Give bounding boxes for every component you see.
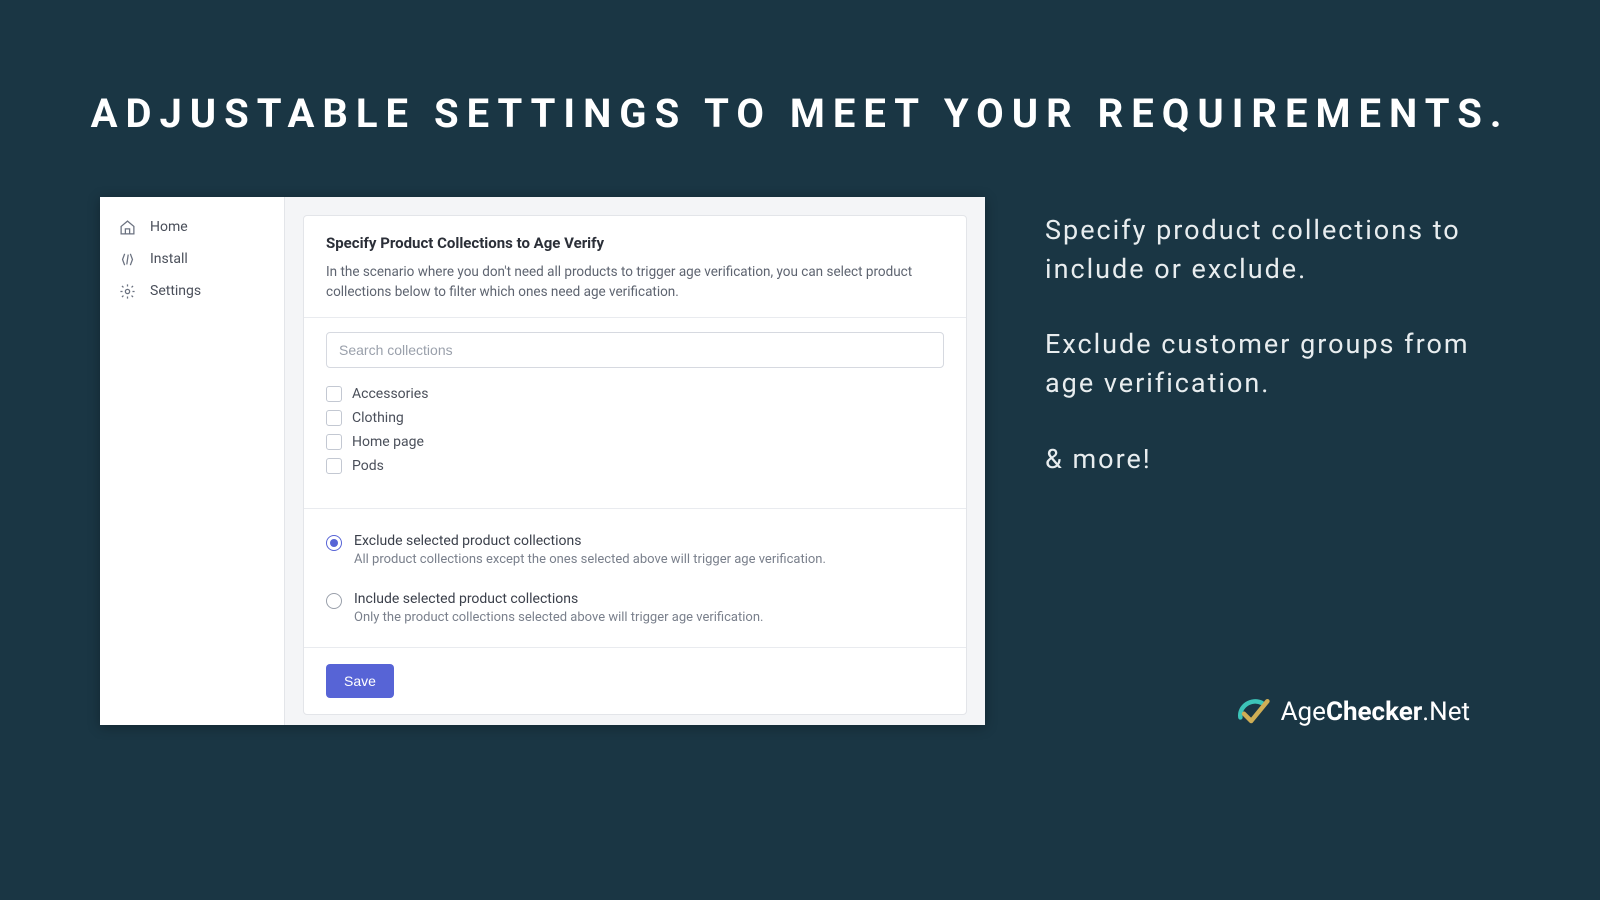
settings-card: Specify Product Collections to Age Verif… (303, 215, 967, 715)
content-area: Specify Product Collections to Age Verif… (285, 197, 985, 725)
gear-icon (118, 282, 136, 300)
card-body-radios: Exclude selected product collections All… (304, 508, 966, 647)
home-icon (118, 218, 136, 236)
brand-checkmark-icon (1235, 694, 1271, 730)
collection-label: Clothing (352, 410, 404, 426)
checkbox[interactable] (326, 458, 342, 474)
collection-item[interactable]: Home page (326, 430, 944, 454)
radio-sublabel: All product collections except the ones … (354, 552, 826, 567)
collection-label: Accessories (352, 386, 428, 402)
brand-text-part1: Age (1281, 697, 1326, 727)
search-collections-input[interactable] (326, 332, 944, 368)
copy-paragraph-1: Specify product collections to include o… (1045, 211, 1500, 289)
brand-text: AgeChecker.Net (1281, 697, 1470, 727)
save-button[interactable]: Save (326, 664, 394, 698)
app-window: Home Install Settings Specify Product Co… (100, 197, 985, 725)
card-title: Specify Product Collections to Age Verif… (326, 234, 944, 252)
collection-item[interactable]: Accessories (326, 382, 944, 406)
card-header: Specify Product Collections to Age Verif… (304, 216, 966, 317)
radio-button[interactable] (326, 593, 342, 609)
marketing-copy: Specify product collections to include o… (1045, 197, 1500, 515)
radio-sublabel: Only the product collections selected ab… (354, 610, 763, 625)
collection-label: Pods (352, 458, 384, 474)
sidebar: Home Install Settings (100, 197, 285, 725)
radio-exclude[interactable]: Exclude selected product collections All… (326, 527, 944, 585)
collection-item[interactable]: Pods (326, 454, 944, 478)
sidebar-item-install[interactable]: Install (100, 243, 284, 275)
sidebar-item-label: Settings (150, 283, 201, 299)
code-icon (118, 250, 136, 268)
card-footer: Save (304, 647, 966, 714)
sidebar-item-label: Home (150, 219, 188, 235)
main-row: Home Install Settings Specify Product Co… (0, 137, 1600, 725)
checkbox[interactable] (326, 386, 342, 402)
hero-title: ADJUSTABLE SETTINGS TO MEET YOUR REQUIRE… (0, 0, 1600, 137)
copy-paragraph-3: & more! (1045, 440, 1500, 479)
checkbox[interactable] (326, 434, 342, 450)
copy-paragraph-2: Exclude customer groups from age verific… (1045, 325, 1500, 403)
radio-button[interactable] (326, 535, 342, 551)
sidebar-item-label: Install (150, 251, 188, 267)
radio-include[interactable]: Include selected product collections Onl… (326, 585, 944, 629)
brand-logo: AgeChecker.Net (1235, 694, 1470, 730)
card-body-collections: Accessories Clothing Home page Pods (304, 317, 966, 508)
collection-label: Home page (352, 434, 424, 450)
collection-item[interactable]: Clothing (326, 406, 944, 430)
checkbox[interactable] (326, 410, 342, 426)
radio-label: Exclude selected product collections (354, 533, 826, 549)
brand-text-part3: .Net (1422, 697, 1470, 727)
sidebar-item-settings[interactable]: Settings (100, 275, 284, 307)
brand-text-part2: Checker (1326, 697, 1422, 727)
radio-label: Include selected product collections (354, 591, 763, 607)
card-description: In the scenario where you don't need all… (326, 262, 944, 303)
sidebar-item-home[interactable]: Home (100, 211, 284, 243)
